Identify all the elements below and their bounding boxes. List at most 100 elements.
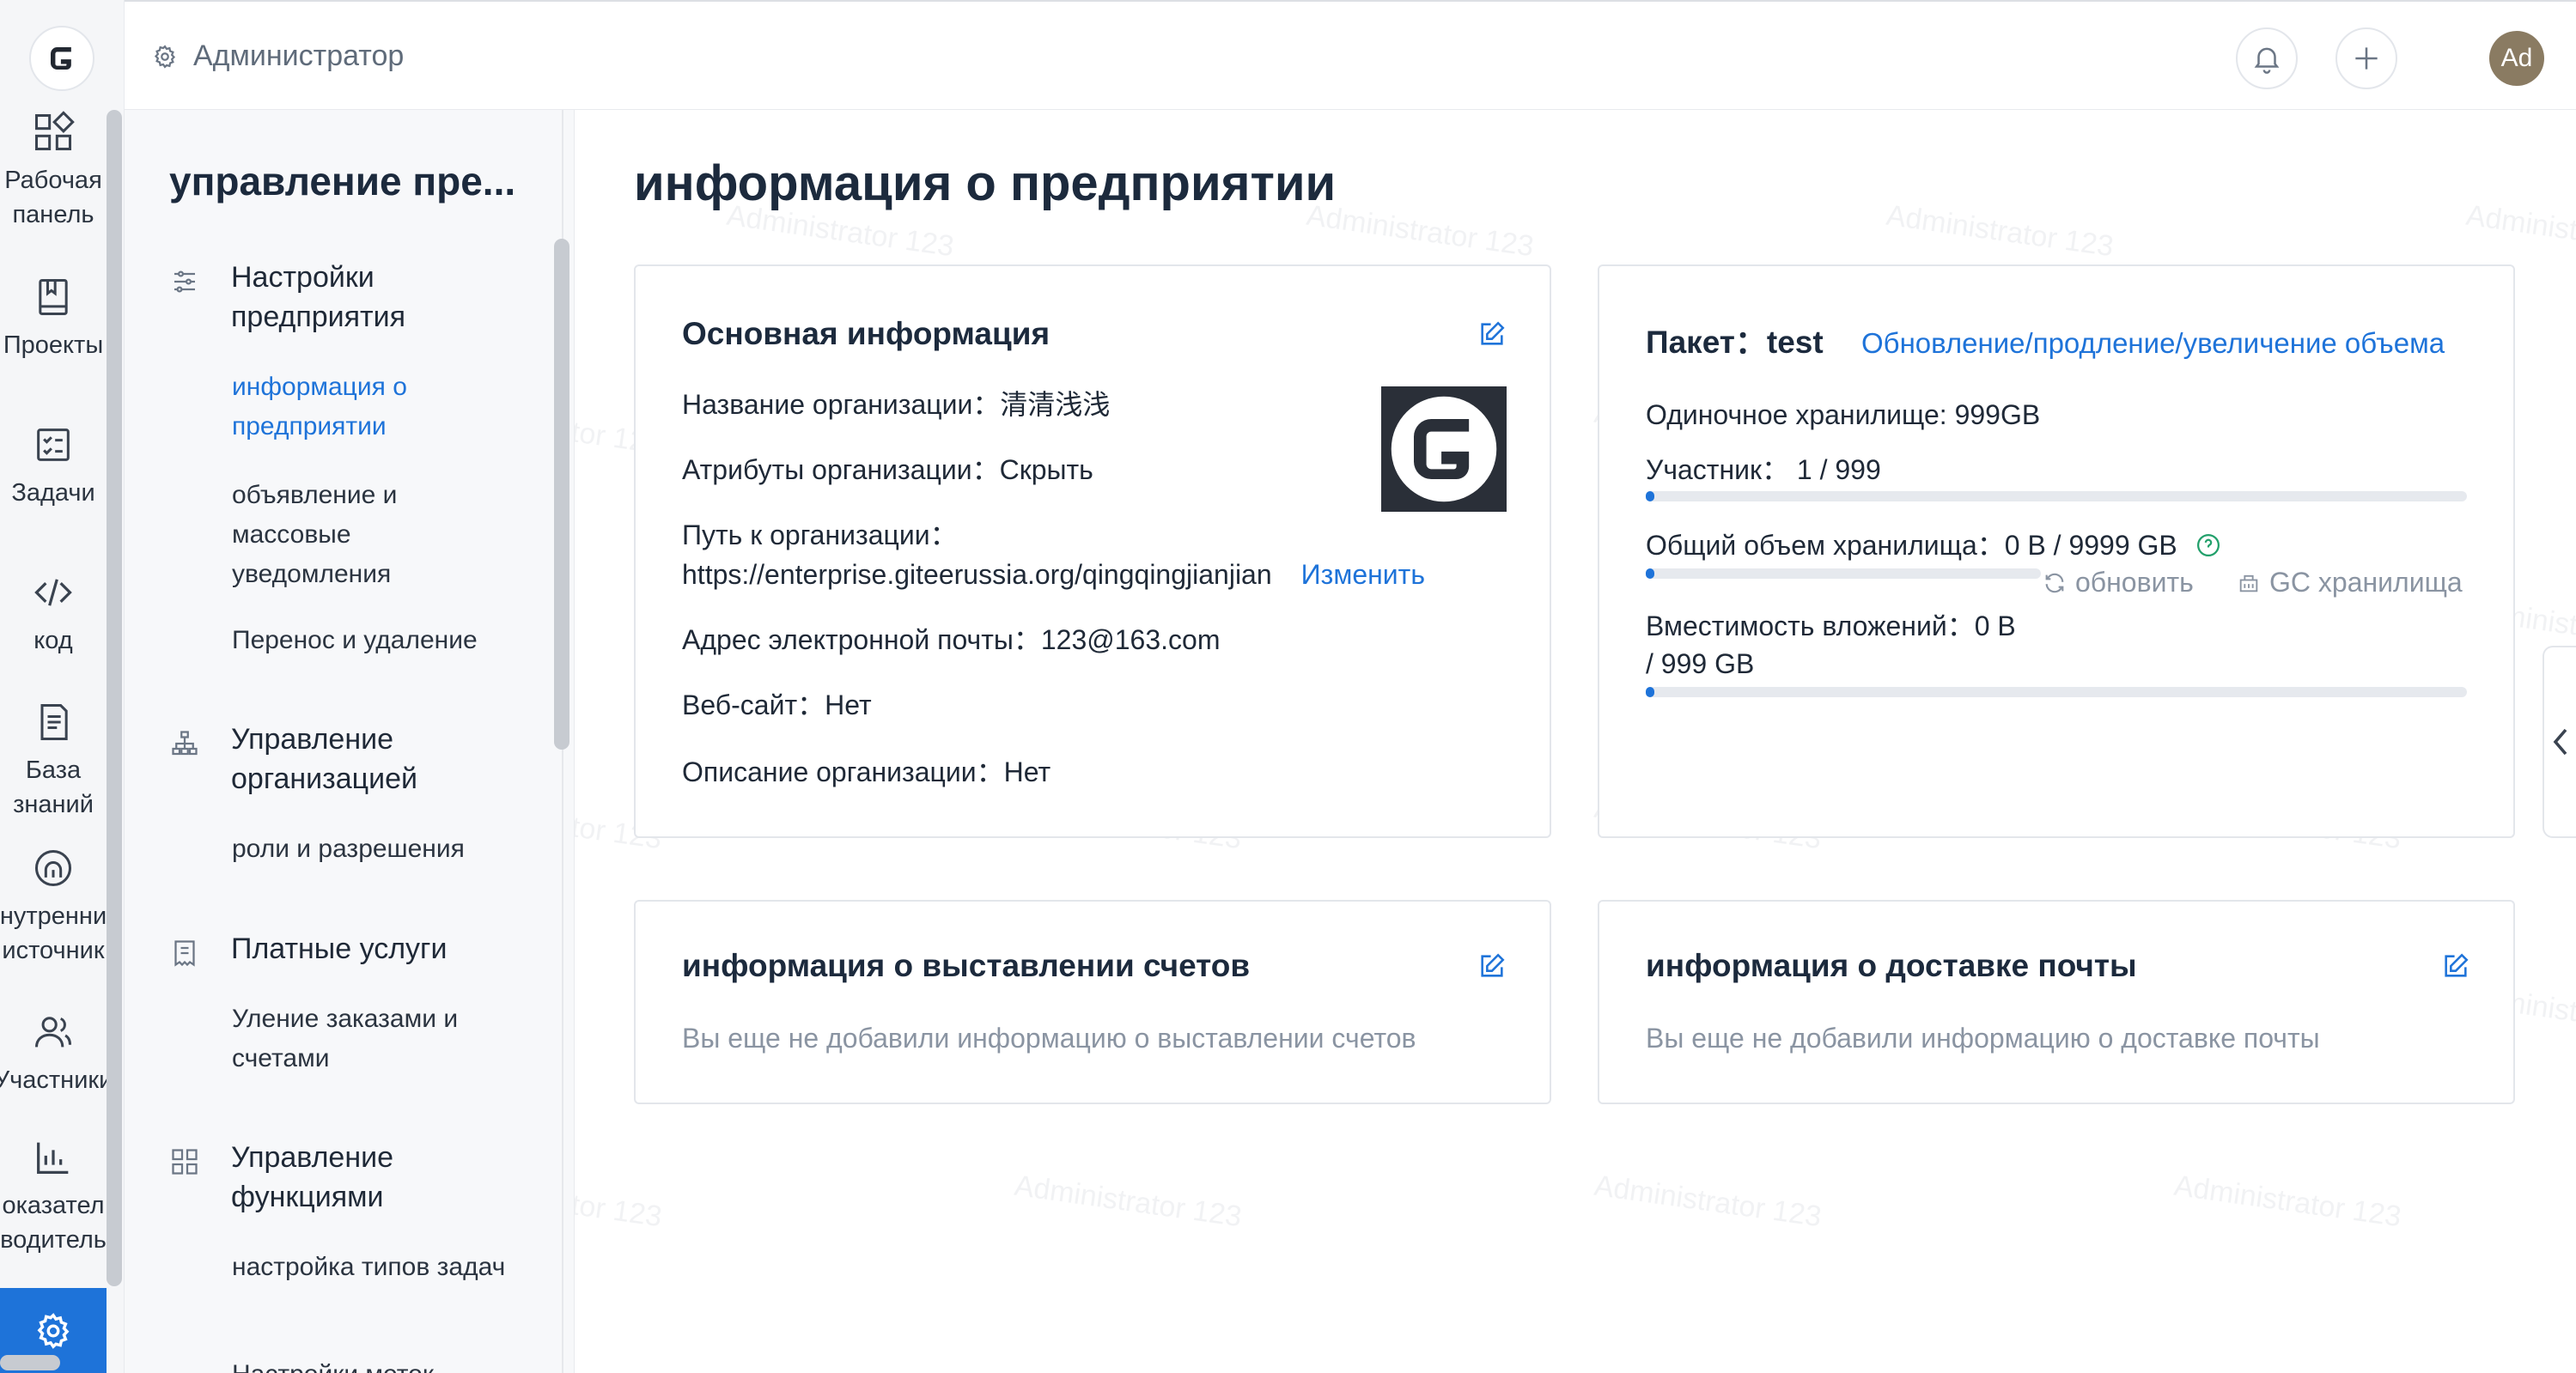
org-attr-row: Атрибуты организации：Скрыть [682,450,1093,489]
sidebar-title: управление пре... [169,159,516,204]
package-title-row: Пакет：test Обновление/продление/увеличен… [1646,316,2445,362]
sidebar-group-label: Настройки предприятия [231,261,406,333]
org-path-value: https://enterprise.giteerussia.org/qingq… [682,559,1272,590]
billing-empty-text: Вы еще не добавили информацию о выставле… [682,1023,1416,1054]
sidebar-item-enterprise-info[interactable]: информация о предприятии [232,368,507,447]
chevron-left-icon [2553,728,2567,756]
basic-info-title: Основная информация [682,316,1050,351]
members-progress [1646,491,2467,501]
notifications-button[interactable] [2236,27,2298,89]
users-icon [34,1017,72,1048]
sidebar-group-feature-management[interactable]: Управление функциями [169,1138,454,1217]
nav-metrics[interactable]: оказател водитель [0,1135,107,1257]
gc-storage-button[interactable]: GC хранилища [2237,567,2463,598]
nav-inner-source[interactable]: нутренни источник [0,846,107,968]
nav-dashboard[interactable]: Рабочая панель [0,110,107,232]
email-row: Адрес электронной почты：123@163.com [682,620,1220,659]
nav-code[interactable]: код [0,570,107,658]
settings-gear-icon [37,1312,70,1349]
nav-projects[interactable]: Проекты [0,275,107,362]
document-icon [40,703,68,741]
watermark: Administrator 123 [2171,1169,2403,1234]
help-icon[interactable] [2195,532,2221,558]
package-card: Пакет：test Обновление/продление/увеличен… [1598,264,2515,838]
plus-icon [2355,47,2378,70]
gc-storage-label: GC хранилища [2269,567,2463,598]
email-label: Адрес электронной почты： [682,624,1041,655]
edit-icon[interactable] [2441,951,2470,981]
sliders-icon [174,270,195,293]
nav-inner-source-label-2: источник [2,937,105,964]
sidebar-item-labels[interactable]: Настройки меток [232,1355,507,1373]
change-path-link[interactable]: Изменить [1301,559,1425,590]
nav-members[interactable]: Участники [0,1010,107,1097]
nav-metrics-label-2: водитель [0,1226,107,1254]
nav-tasks[interactable]: Задачи [0,422,107,510]
gc-icon [2239,574,2258,592]
nav-knowledge-label-1: База [25,756,82,784]
website-value: Нет [825,690,872,720]
nav-knowledge-base[interactable]: База знаний [0,700,107,822]
app-root: Administrator 123 Administrator 123 Admi… [0,0,2576,1373]
attachments-line-1: Вместимость вложений：0 B [1646,611,2016,641]
refresh-button[interactable]: обновить [2043,567,2194,598]
avatar[interactable]: Ad [2489,31,2544,86]
attachments-line-2: / 999 GB [1646,648,1755,679]
edit-icon[interactable] [1477,951,1507,981]
sidebar-group-label: Управление организацией [231,723,418,795]
sidebar-group-label: Платные услуги [231,933,448,965]
total-storage-progress-fill [1646,568,1654,579]
sidebar-item-roles[interactable]: роли и разрешения [232,829,507,869]
side-panel-toggle[interactable] [2543,646,2576,838]
nav-code-label: код [33,627,73,654]
gear-icon [154,44,176,69]
total-storage: Общий объем хранилища：0 B / 9999 GB [1646,530,2177,561]
org-attr-label: Атрибуты организации： [682,454,1000,485]
breadcrumb-label: Администратор [193,39,405,72]
rail-horizontal-scrollbar[interactable] [0,1355,60,1370]
page-title: информация о предприятии [634,155,1337,211]
breadcrumb[interactable]: Администратор [152,39,404,73]
org-icon [172,731,198,756]
description-label: Описание организации： [682,756,1004,787]
nav-metrics-label-1: оказател [2,1192,105,1219]
sidebar-item-task-types[interactable]: настройка типов задач [232,1248,507,1287]
nav-projects-label: Проекты [3,331,104,359]
rail-scrollbar[interactable] [107,110,122,1286]
watermark: Administrator 123 [1592,1169,1824,1234]
org-name-value: 清清浅浅 [1000,389,1111,420]
sidebar-scrollbar[interactable] [554,239,569,750]
watermark: Administrator 123 [1012,1169,1244,1234]
bell-icon [2254,47,2280,74]
billing-info-title: информация о выставлении счетов [682,948,1251,983]
attachments-progress-fill [1646,687,1654,697]
nav-dashboard-label-1: Рабочая [4,167,102,194]
gitee-logo-icon [1391,396,1497,502]
nav-dashboard-label-2: панель [12,201,94,228]
gitee-logo-icon [40,37,83,80]
org-name-label: Название организации： [682,389,1001,420]
single-storage: Одиночное хранилище: 999GB [1646,399,2041,430]
upgrade-link[interactable]: Обновление/продление/увеличение объема [1861,327,2445,359]
source-icon [34,849,72,887]
chart-icon [37,1142,69,1174]
members-usage: Участник： 1 / 999 [1646,454,1881,485]
sidebar-group-paid-services[interactable]: Платные услуги [169,929,454,969]
basic-info-card: Основная информация Название организации… [634,264,1551,838]
app-logo[interactable] [29,26,94,91]
mail-delivery-title: информация о доставке почты [1646,948,2137,983]
sidebar-item-orders-invoices[interactable]: Уление заказами и счетами [232,999,507,1078]
sidebar-group-org-management[interactable]: Управление организацией [169,720,454,799]
tasks-icon [37,428,70,461]
refresh-label: обновить [2075,567,2194,598]
create-button[interactable] [2335,27,2397,89]
sidebar-group-enterprise-settings[interactable]: Настройки предприятия [169,258,454,337]
nav-tasks-label: Задачи [11,479,95,507]
sidebar-item-announcements[interactable]: объявление и массовые уведомления [232,476,507,594]
dashboard-icon [34,111,75,151]
edit-icon[interactable] [1477,319,1507,349]
sidebar-item-transfer-delete[interactable]: Перенос и удаление [232,621,507,660]
book-icon [39,278,68,316]
nav-knowledge-label-2: знаний [13,791,94,818]
org-logo[interactable] [1381,386,1507,512]
